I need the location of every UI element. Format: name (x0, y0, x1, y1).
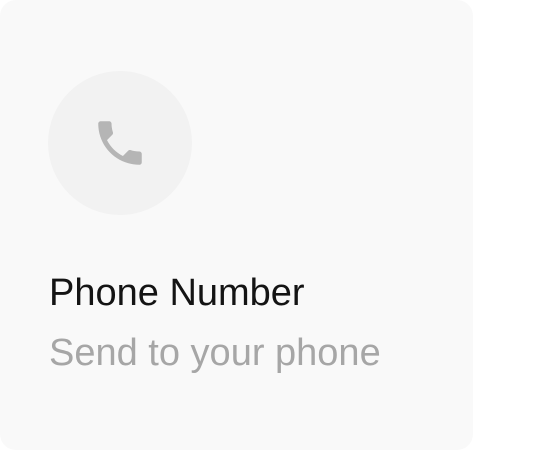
phone-icon (98, 121, 142, 165)
phone-icon-circle (48, 71, 192, 215)
card-subtitle: Send to your phone (49, 332, 381, 374)
card-title: Phone Number (49, 272, 305, 314)
phone-number-option-card[interactable]: Phone Number Send to your phone (0, 0, 473, 450)
